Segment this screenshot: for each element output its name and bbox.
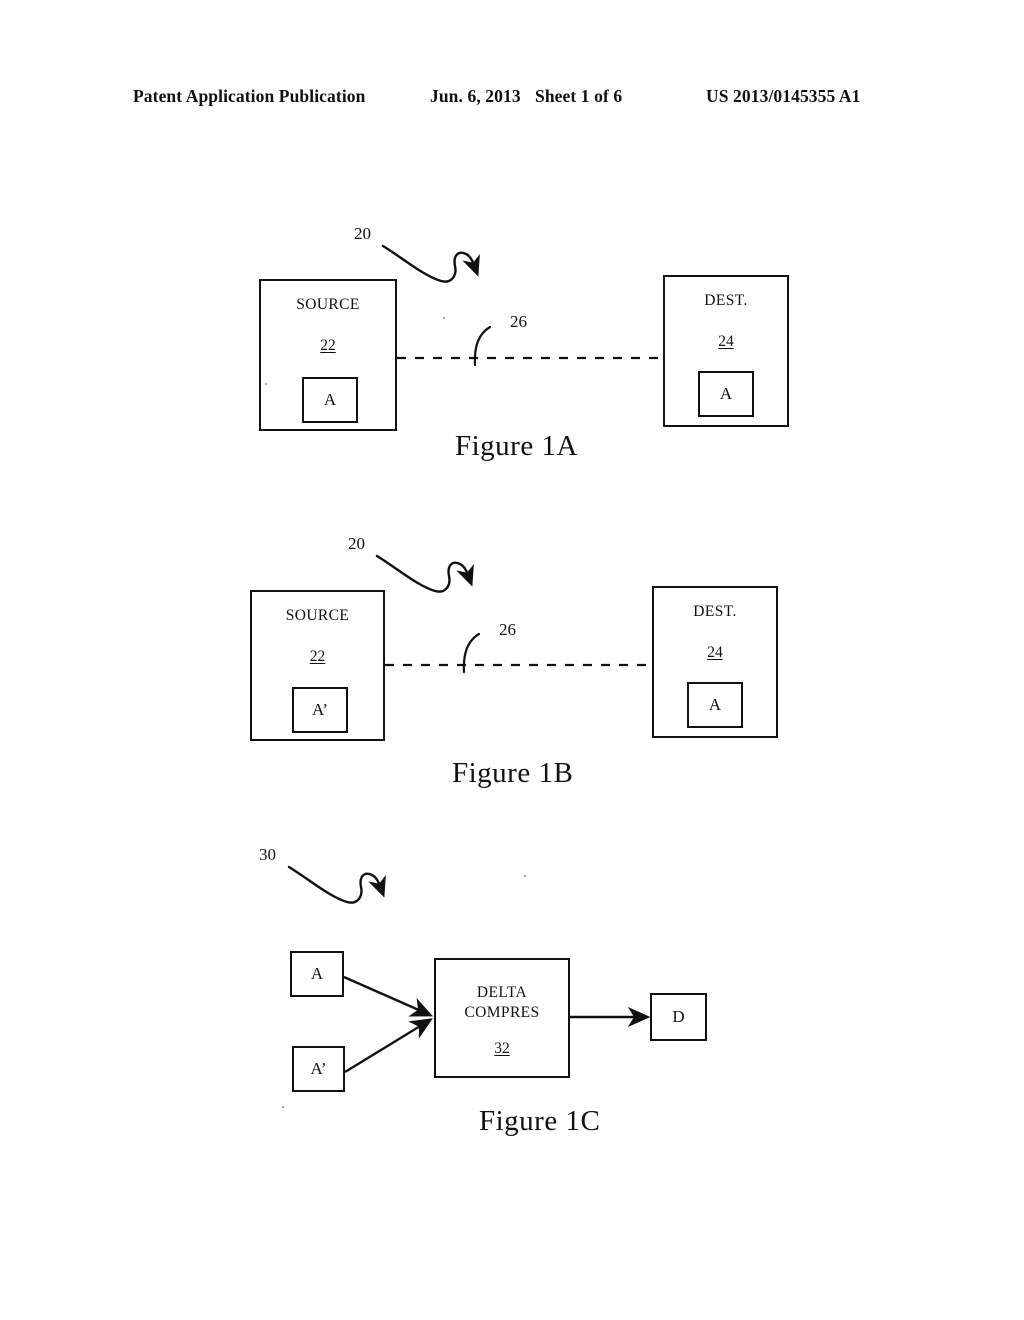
figure-1c-input-a-label: A [310, 964, 324, 983]
scan-speck [524, 875, 526, 877]
figure-1c: 30 A A’ DELTA COMPRES 32 D Figure 1C [0, 0, 1024, 1180]
scan-speck [443, 317, 445, 319]
figure-1c-output-d-label: D [672, 1007, 685, 1026]
figure-1c-delta-compressor-title-line2: COMPRES [464, 1004, 540, 1021]
figure-1c-input-box-a: A [290, 951, 344, 997]
patent-drawing-page: Patent Application Publication Jun. 6, 2… [0, 0, 1024, 1320]
figure-1c-delta-compressor-title-line1: DELTA [476, 984, 528, 1001]
scan-speck [265, 383, 267, 385]
figure-1c-delta-compressor-ref: 32 [494, 1040, 510, 1057]
figure-1c-input-a-prime-label: A’ [310, 1059, 327, 1078]
figure-1c-input-box-a-prime: A’ [292, 1046, 345, 1092]
figure-1c-output-box-d: D [650, 993, 707, 1041]
figure-1c-caption: Figure 1C [479, 1105, 601, 1137]
scan-speck [282, 1106, 284, 1108]
figure-1c-delta-compressor-box: DELTA COMPRES 32 [434, 958, 570, 1078]
